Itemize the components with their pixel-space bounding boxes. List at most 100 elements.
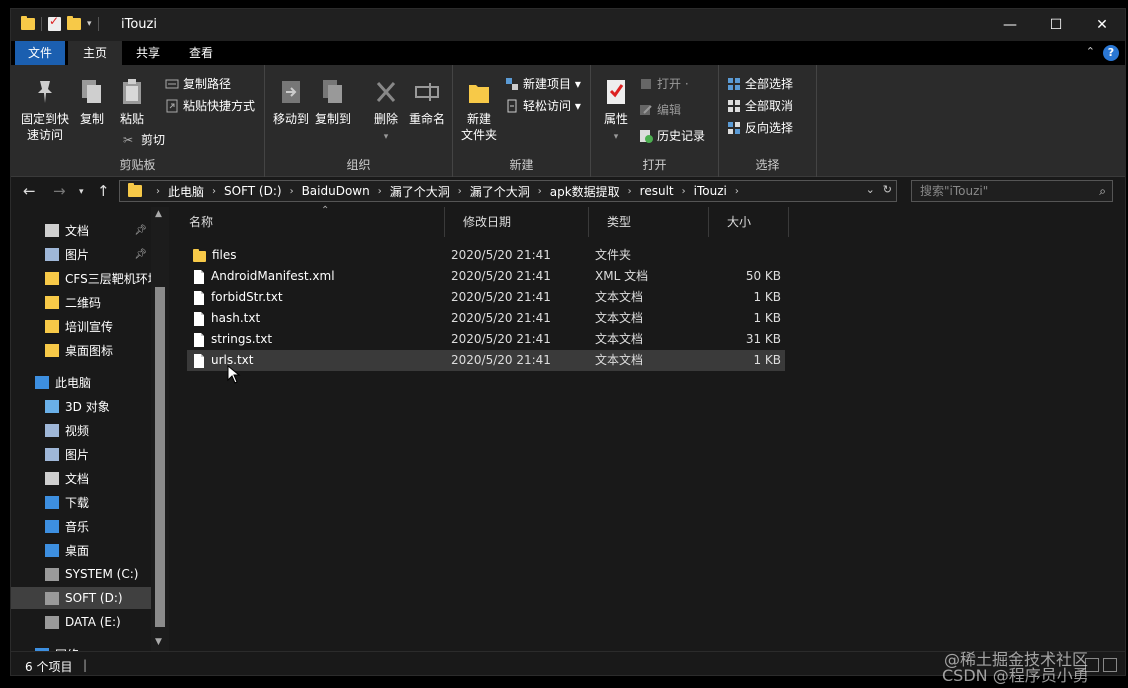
file-name: AndroidManifest.xml (193, 266, 335, 287)
nav-quick-item[interactable]: 桌面图标 (11, 339, 151, 361)
address-dropdown-icon[interactable]: ⌄ (866, 183, 875, 196)
chevron-right-icon[interactable]: › (290, 186, 294, 197)
pin-quick-access-button[interactable]: 固定到快 速访问 (17, 77, 73, 143)
column-header-name[interactable]: 名称 (171, 207, 445, 237)
scroll-down-icon[interactable]: ▼ (155, 637, 162, 647)
move-to-label: 移动到 (272, 112, 309, 126)
open-button[interactable]: 打开 · (639, 75, 689, 92)
nav-pc-item[interactable]: 桌面 (11, 539, 151, 561)
nav-network[interactable]: 网络 (11, 643, 151, 651)
up-arrow-icon[interactable]: ↑ (97, 182, 110, 200)
tab-file[interactable]: 文件 (15, 41, 65, 65)
nav-pc-item[interactable]: 文档 (11, 467, 151, 489)
paste-button[interactable]: 粘贴 (115, 77, 149, 127)
file-row[interactable]: forbidStr.txt 2020/5/20 21:41 文本文档 1 KB (187, 287, 785, 308)
scroll-up-icon[interactable]: ▲ (155, 209, 162, 219)
column-header-type[interactable]: 类型 (589, 207, 709, 237)
properties-button[interactable]: 属性 ▾ (599, 77, 633, 145)
nav-pc-item[interactable]: SYSTEM (C:) (11, 563, 151, 585)
file-row[interactable]: AndroidManifest.xml 2020/5/20 21:41 XML 文档… (187, 266, 785, 287)
history-button[interactable]: 历史记录 (639, 127, 705, 144)
new-folder-quick-icon[interactable] (67, 16, 81, 30)
navigation-bar: ← → ▾ ↑ › 此电脑 › SOFT (D:) › BaiduDown › … (11, 177, 1125, 207)
scroll-thumb[interactable] (155, 287, 165, 627)
breadcrumb[interactable]: apk数据提取 (550, 183, 620, 200)
file-size: 50 KB (745, 269, 781, 283)
pin-icon[interactable]: 📌︎ (134, 249, 147, 260)
breadcrumb[interactable]: result (640, 184, 674, 198)
copy-path-button[interactable]: 复制路径 (165, 75, 231, 92)
select-all-button[interactable]: 全部选择 (727, 75, 793, 92)
nav-quick-item[interactable]: 二维码 (11, 291, 151, 313)
nav-quick-item[interactable]: 培训宣传 (11, 315, 151, 337)
new-item-button[interactable]: 新建项目 ▾ (505, 75, 581, 92)
chevron-right-icon[interactable]: › (212, 186, 216, 197)
nav-pc-item[interactable]: 下载 (11, 491, 151, 513)
file-row[interactable]: files 2020/5/20 21:41 文件夹 (187, 245, 785, 266)
back-arrow-icon[interactable]: ← (23, 182, 36, 200)
select-none-button[interactable]: 全部取消 (727, 97, 793, 114)
ribbon-collapse-icon[interactable]: ⌃ (1086, 45, 1095, 58)
pin-icon[interactable]: 📌︎ (134, 225, 147, 236)
chevron-right-icon[interactable]: › (156, 186, 160, 197)
cut-button[interactable]: ✂ 剪切 (123, 131, 165, 148)
easy-access-button[interactable]: 轻松访问 ▾ (505, 97, 581, 114)
new-folder-button[interactable]: 新建 文件夹 (457, 77, 501, 143)
nav-pc-item[interactable]: 视频 (11, 419, 151, 441)
forward-arrow-icon[interactable]: → (53, 182, 66, 200)
large-icons-view-icon[interactable] (1103, 658, 1117, 672)
tab-view[interactable]: 查看 (176, 41, 226, 65)
breadcrumb[interactable]: iTouzi (694, 184, 727, 198)
breadcrumb[interactable]: 此电脑 (168, 183, 204, 200)
chevron-right-icon[interactable]: › (378, 186, 382, 197)
breadcrumb[interactable]: SOFT (D:) (224, 184, 282, 198)
breadcrumb[interactable]: BaiduDown (302, 184, 370, 198)
chevron-right-icon[interactable]: › (682, 186, 686, 197)
tab-home[interactable]: 主页 (68, 41, 122, 65)
invert-selection-button[interactable]: 反向选择 (727, 119, 793, 136)
customize-quick-access-icon[interactable]: ▾ (87, 19, 92, 29)
column-header-date[interactable]: 修改日期 (445, 207, 589, 237)
breadcrumb[interactable]: 漏了个大洞 (390, 183, 450, 200)
edit-button[interactable]: 编辑 (639, 101, 681, 118)
rename-button[interactable]: 重命名 (407, 77, 447, 127)
properties-quick-icon[interactable] (48, 14, 61, 31)
nav-quick-item[interactable]: 文档 📌︎ (11, 219, 151, 241)
address-bar[interactable]: › 此电脑 › SOFT (D:) › BaiduDown › 漏了个大洞 › … (119, 180, 897, 202)
nav-this-pc[interactable]: 此电脑 (11, 371, 151, 393)
column-header-size[interactable]: 大小 (709, 207, 789, 237)
nav-pc-item[interactable]: 3D 对象 (11, 395, 151, 417)
nav-pc-item[interactable]: 图片 (11, 443, 151, 465)
recent-locations-icon[interactable]: ▾ (79, 187, 84, 197)
minimize-button[interactable]: — (987, 9, 1033, 41)
nav-pc-item[interactable]: DATA (E:) (11, 611, 151, 633)
delete-button[interactable]: 删除 ▾ (369, 77, 403, 145)
paste-shortcut-button[interactable]: 粘贴快捷方式 (165, 97, 255, 114)
chevron-right-icon[interactable]: › (538, 186, 542, 197)
nav-quick-item[interactable]: CFS三层靶机环境 (11, 267, 151, 289)
properties-dropdown-icon[interactable]: ▾ (614, 132, 619, 142)
search-input[interactable]: 搜索"iTouzi" ⌕ (911, 180, 1113, 202)
file-row[interactable]: strings.txt 2020/5/20 21:41 文本文档 31 KB (187, 329, 785, 350)
file-row[interactable]: hash.txt 2020/5/20 21:41 文本文档 1 KB (187, 308, 785, 329)
file-row[interactable]: urls.txt 2020/5/20 21:41 文本文档 1 KB (187, 350, 785, 371)
maximize-button[interactable]: ☐ (1033, 9, 1079, 41)
chevron-right-icon[interactable]: › (628, 186, 632, 197)
help-icon[interactable]: ? (1103, 45, 1119, 61)
delete-dropdown-icon[interactable]: ▾ (384, 132, 389, 142)
nav-pc-item[interactable]: SOFT (D:) (11, 587, 151, 609)
nav-pc-item[interactable]: 音乐 (11, 515, 151, 537)
copy-to-button[interactable]: 复制到 (313, 77, 353, 127)
tab-share[interactable]: 共享 (123, 41, 173, 65)
nav-scrollbar[interactable]: ▲ ▼ (151, 207, 169, 651)
close-button[interactable]: ✕ (1079, 9, 1125, 41)
refresh-icon[interactable]: ↻ (883, 183, 892, 196)
chevron-right-icon[interactable]: › (458, 186, 462, 197)
breadcrumb[interactable]: 漏了个大洞 (470, 183, 530, 200)
select-group: 全部选择 全部取消 反向选择 选择 (719, 65, 817, 177)
move-to-button[interactable]: 移动到 (271, 77, 311, 127)
chevron-right-icon[interactable]: › (735, 186, 739, 197)
search-icon[interactable]: ⌕ (1099, 181, 1106, 201)
nav-quick-item[interactable]: 图片 📌︎ (11, 243, 151, 265)
copy-button[interactable]: 复制 (75, 77, 109, 127)
